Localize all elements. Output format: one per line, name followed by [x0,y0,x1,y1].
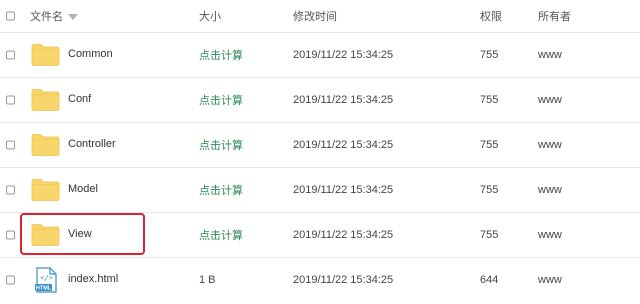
html-file-icon: </> HTML [35,266,57,293]
owner: www [538,48,562,61]
owner: www [538,93,562,106]
calculate-size-link[interactable]: 点击计算 [199,182,243,198]
permission: 755 [480,138,499,151]
file-name[interactable]: Model [68,183,98,195]
permission: 755 [480,183,499,196]
permission: 755 [480,228,499,241]
owner: www [538,228,562,241]
html-badge-label: HTML [36,285,52,291]
folder-icon [31,223,60,246]
header-name[interactable]: 文件名 [30,0,78,32]
modified-time: 2019/11/22 15:34:25 [293,138,394,151]
row-checkbox[interactable] [6,140,15,149]
file-name[interactable]: Conf [68,93,91,105]
owner: www [538,183,562,196]
file-size: 1 B [199,273,216,286]
header-owner[interactable]: 所有者 [538,0,571,32]
table-row[interactable]: Common 点击计算 2019/11/22 15:34:25 755 www [0,32,640,78]
modified-time: 2019/11/22 15:34:25 [293,48,394,61]
table-row[interactable]: </> HTML index.html 1 B 2019/11/22 15:34… [0,257,640,302]
header-name-label: 文件名 [30,11,63,23]
header-permission[interactable]: 权限 [480,0,502,32]
row-checkbox[interactable] [6,275,15,284]
permission: 755 [480,93,499,106]
file-name[interactable]: Common [68,48,113,60]
owner: www [538,138,562,151]
table-row[interactable]: Controller 点击计算 2019/11/22 15:34:25 755 … [0,122,640,168]
file-name[interactable]: index.html [68,273,118,285]
file-name[interactable]: Controller [68,138,116,150]
row-checkbox[interactable] [6,50,15,59]
owner: www [538,273,562,286]
folder-icon [31,43,60,66]
calculate-size-link[interactable]: 点击计算 [199,227,243,243]
svg-text:</>: </> [40,274,53,282]
table-header: 文件名 大小 修改时间 权限 所有者 [0,0,640,33]
table-row[interactable]: Conf 点击计算 2019/11/22 15:34:25 755 www [0,77,640,123]
calculate-size-link[interactable]: 点击计算 [199,47,243,63]
folder-icon [31,88,60,111]
folder-icon [31,178,60,201]
file-table: 文件名 大小 修改时间 权限 所有者 Common 点击计算 2019/11/2… [0,0,640,304]
permission: 755 [480,48,499,61]
table-row[interactable]: Model 点击计算 2019/11/22 15:34:25 755 www [0,167,640,213]
row-checkbox[interactable] [6,95,15,104]
row-checkbox[interactable] [6,185,15,194]
folder-icon [31,133,60,156]
sort-down-icon[interactable] [68,13,78,20]
calculate-size-link[interactable]: 点击计算 [199,137,243,153]
modified-time: 2019/11/22 15:34:25 [293,93,394,106]
header-size[interactable]: 大小 [199,0,221,32]
modified-time: 2019/11/22 15:34:25 [293,273,394,286]
modified-time: 2019/11/22 15:34:25 [293,183,394,196]
table-row[interactable]: View 点击计算 2019/11/22 15:34:25 755 www [0,212,640,258]
calculate-size-link[interactable]: 点击计算 [199,92,243,108]
file-name[interactable]: View [68,228,92,240]
select-all-checkbox[interactable] [6,11,15,21]
permission: 644 [480,273,499,286]
row-checkbox[interactable] [6,230,15,239]
modified-time: 2019/11/22 15:34:25 [293,228,394,241]
header-modified[interactable]: 修改时间 [293,0,337,32]
